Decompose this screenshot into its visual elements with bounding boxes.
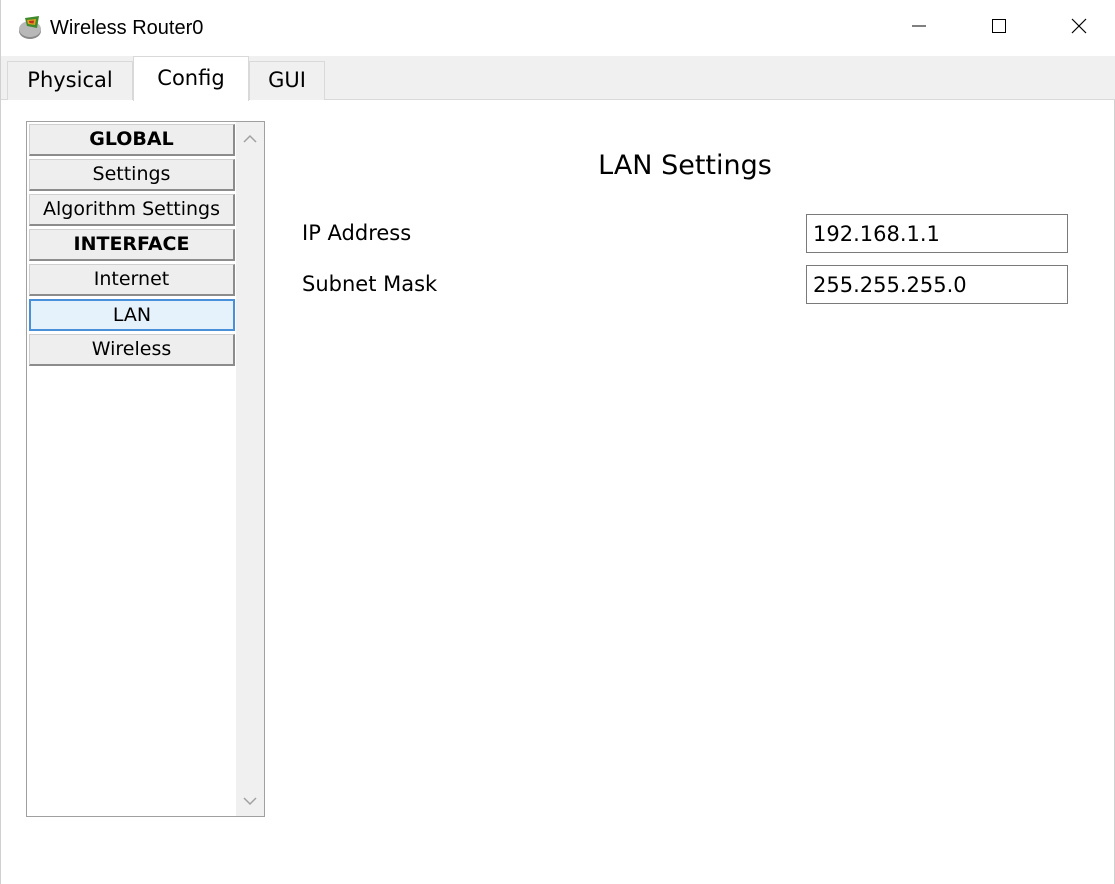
tab-physical[interactable]: Physical xyxy=(7,61,133,100)
minimize-button[interactable] xyxy=(879,0,959,56)
ip-address-label: IP Address xyxy=(302,221,412,245)
router-config-window: Wireless Router0 Physical Config GUI GLO… xyxy=(0,0,1115,884)
minimize-icon xyxy=(911,18,927,38)
scroll-down-button[interactable] xyxy=(236,788,264,812)
nav-item-algorithm-settings[interactable]: Algorithm Settings xyxy=(29,194,235,226)
router-icon xyxy=(17,14,45,42)
subnet-mask-label: Subnet Mask xyxy=(302,272,438,296)
nav-item-internet[interactable]: Internet xyxy=(29,264,235,296)
title-divider xyxy=(302,197,1069,198)
maximize-icon xyxy=(991,18,1007,38)
subnet-mask-input[interactable] xyxy=(806,265,1068,304)
tab-gui[interactable]: GUI xyxy=(249,61,325,100)
nav-item-settings[interactable]: Settings xyxy=(29,159,235,191)
ip-address-input[interactable] xyxy=(806,214,1068,253)
scroll-up-button[interactable] xyxy=(236,126,264,150)
config-nav-list: GLOBAL Settings Algorithm Settings INTER… xyxy=(26,121,265,817)
panel-title: LAN Settings xyxy=(598,150,772,181)
close-button[interactable] xyxy=(1039,0,1115,56)
nav-item-lan[interactable]: LAN xyxy=(29,299,235,331)
window-title: Wireless Router0 xyxy=(50,17,204,39)
tab-strip: Physical Config GUI xyxy=(1,56,1115,101)
title-bar: Wireless Router0 xyxy=(1,0,1115,56)
nav-header-global[interactable]: GLOBAL xyxy=(29,124,235,156)
maximize-button[interactable] xyxy=(959,0,1039,56)
chevron-down-icon xyxy=(243,791,257,810)
nav-item-wireless[interactable]: Wireless xyxy=(29,334,235,366)
chevron-up-icon xyxy=(243,129,257,148)
nav-header-interface[interactable]: INTERFACE xyxy=(29,229,235,261)
close-icon xyxy=(1071,18,1087,38)
nav-scrollbar[interactable] xyxy=(236,122,264,816)
tab-config[interactable]: Config xyxy=(133,56,249,101)
